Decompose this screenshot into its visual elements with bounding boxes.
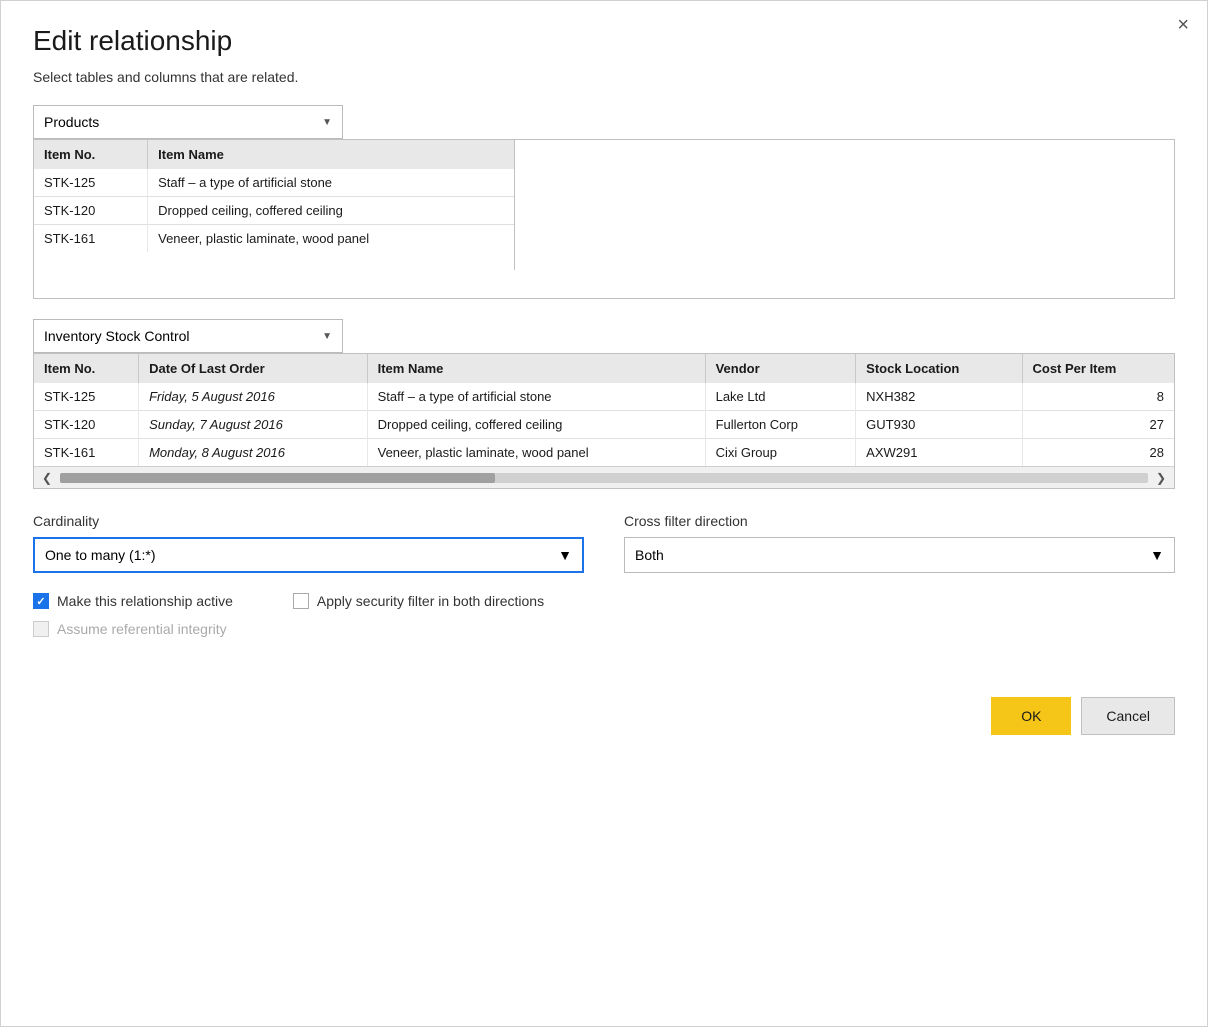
crossfilter-arrow: ▼ xyxy=(1150,547,1164,563)
active-checkbox-label: Make this relationship active xyxy=(57,593,233,609)
table-row[interactable]: STK-125Friday, 5 August 2016Staff – a ty… xyxy=(34,383,1174,411)
table-cell: STK-161 xyxy=(34,439,139,467)
table2-data-table: Item No. Date Of Last Order Item Name Ve… xyxy=(34,354,1174,466)
buttons-row: OK Cancel xyxy=(33,697,1175,735)
scroll-track xyxy=(60,473,1148,483)
active-checkbox[interactable] xyxy=(33,593,49,609)
cardinality-arrow: ▼ xyxy=(558,547,572,563)
table-cell: Friday, 5 August 2016 xyxy=(139,383,368,411)
table1-dropdown-value: Products xyxy=(44,114,99,130)
crossfilter-dropdown[interactable]: Both ▼ xyxy=(624,537,1175,573)
scroll-left-arrow[interactable]: ❮ xyxy=(38,471,56,485)
cancel-button[interactable]: Cancel xyxy=(1081,697,1175,735)
table2-dropdown-arrow: ▼ xyxy=(322,331,332,342)
table-row[interactable]: STK-125Staff – a type of artificial ston… xyxy=(34,169,514,197)
table-cell: Veneer, plastic laminate, wood panel xyxy=(367,439,705,467)
table2-header-row: Item No. Date Of Last Order Item Name Ve… xyxy=(34,354,1174,383)
table-cell: Staff – a type of artificial stone xyxy=(367,383,705,411)
dialog-title: Edit relationship xyxy=(33,25,1175,57)
security-checkbox[interactable] xyxy=(293,593,309,609)
table-cell: STK-120 xyxy=(34,197,148,225)
table1-left: Item No. Item Name STK-125Staff – a type… xyxy=(34,140,514,270)
table1-data-table: Item No. Item Name STK-125Staff – a type… xyxy=(34,140,514,252)
security-checkbox-label: Apply security filter in both directions xyxy=(317,593,544,609)
table2-col-itemno: Item No. xyxy=(34,354,139,383)
table-cell: Sunday, 7 August 2016 xyxy=(139,411,368,439)
table1-section: Products ▼ Item No. Item Name STK-125Sta… xyxy=(33,105,1175,299)
table-cell: Dropped ceiling, coffered ceiling xyxy=(367,411,705,439)
table-cell: 27 xyxy=(1022,411,1174,439)
table1-col-itemno: Item No. xyxy=(34,140,148,169)
integrity-checkbox-row: Assume referential integrity xyxy=(33,621,233,637)
integrity-checkbox xyxy=(33,621,49,637)
crossfilter-value: Both xyxy=(635,547,664,563)
checkboxes-section: Make this relationship active Assume ref… xyxy=(33,593,1175,637)
bottom-section: Cardinality One to many (1:*) ▼ Cross fi… xyxy=(33,513,1175,573)
table-cell: Cixi Group xyxy=(705,439,856,467)
table2-scrollbar[interactable]: ❮ ❯ xyxy=(34,466,1174,488)
table2-col-cost: Cost Per Item xyxy=(1022,354,1174,383)
table-cell: STK-120 xyxy=(34,411,139,439)
security-checkbox-row[interactable]: Apply security filter in both directions xyxy=(293,593,544,609)
table-cell: Staff – a type of artificial stone xyxy=(148,169,514,197)
active-checkbox-row[interactable]: Make this relationship active xyxy=(33,593,233,609)
table1-dropdown[interactable]: Products ▼ xyxy=(33,105,343,139)
dialog-subtitle: Select tables and columns that are relat… xyxy=(33,69,1175,85)
table2-col-vendor: Vendor xyxy=(705,354,856,383)
crossfilter-section: Cross filter direction Both ▼ xyxy=(624,513,1175,573)
table-cell: AXW291 xyxy=(856,439,1022,467)
table-cell: STK-125 xyxy=(34,169,148,197)
table2-dropdown[interactable]: Inventory Stock Control ▼ xyxy=(33,319,343,353)
table1-inner: Item No. Item Name STK-125Staff – a type… xyxy=(34,140,1174,270)
edit-relationship-dialog: × Edit relationship Select tables and co… xyxy=(0,0,1208,1027)
scroll-thumb xyxy=(60,473,495,483)
table1-col-itemname: Item Name xyxy=(148,140,514,169)
scroll-right-arrow[interactable]: ❯ xyxy=(1152,471,1170,485)
table2-col-itemname: Item Name xyxy=(367,354,705,383)
table2-scroll[interactable]: Item No. Date Of Last Order Item Name Ve… xyxy=(34,354,1174,466)
table-cell: 8 xyxy=(1022,383,1174,411)
table1-container: Item No. Item Name STK-125Staff – a type… xyxy=(33,139,1175,299)
table-cell: STK-125 xyxy=(34,383,139,411)
table-cell: Veneer, plastic laminate, wood panel xyxy=(148,225,514,253)
table-cell: Lake Ltd xyxy=(705,383,856,411)
table-row[interactable]: STK-120Sunday, 7 August 2016Dropped ceil… xyxy=(34,411,1174,439)
table-cell: NXH382 xyxy=(856,383,1022,411)
table1-right-empty xyxy=(514,140,1174,270)
table2-container: Item No. Date Of Last Order Item Name Ve… xyxy=(33,353,1175,489)
integrity-checkbox-label: Assume referential integrity xyxy=(57,621,227,637)
table-row[interactable]: STK-120Dropped ceiling, coffered ceiling xyxy=(34,197,514,225)
table-cell: 28 xyxy=(1022,439,1174,467)
table2-col-stockloc: Stock Location xyxy=(856,354,1022,383)
cardinality-value: One to many (1:*) xyxy=(45,547,156,563)
table2-section: Inventory Stock Control ▼ Item No. Date … xyxy=(33,319,1175,489)
ok-button[interactable]: OK xyxy=(991,697,1071,735)
table2-col-date: Date Of Last Order xyxy=(139,354,368,383)
table-cell: Fullerton Corp xyxy=(705,411,856,439)
cardinality-label: Cardinality xyxy=(33,513,584,529)
cardinality-section: Cardinality One to many (1:*) ▼ xyxy=(33,513,584,573)
table-cell: STK-161 xyxy=(34,225,148,253)
table1-header-row: Item No. Item Name xyxy=(34,140,514,169)
table-cell: Dropped ceiling, coffered ceiling xyxy=(148,197,514,225)
table-row[interactable]: STK-161Veneer, plastic laminate, wood pa… xyxy=(34,225,514,253)
table-row[interactable]: STK-161Monday, 8 August 2016Veneer, plas… xyxy=(34,439,1174,467)
table-cell: Monday, 8 August 2016 xyxy=(139,439,368,467)
table-cell: GUT930 xyxy=(856,411,1022,439)
cardinality-dropdown[interactable]: One to many (1:*) ▼ xyxy=(33,537,584,573)
table2-dropdown-value: Inventory Stock Control xyxy=(44,328,190,344)
crossfilter-label: Cross filter direction xyxy=(624,513,1175,529)
close-button[interactable]: × xyxy=(1177,15,1189,35)
table1-dropdown-arrow: ▼ xyxy=(322,117,332,128)
